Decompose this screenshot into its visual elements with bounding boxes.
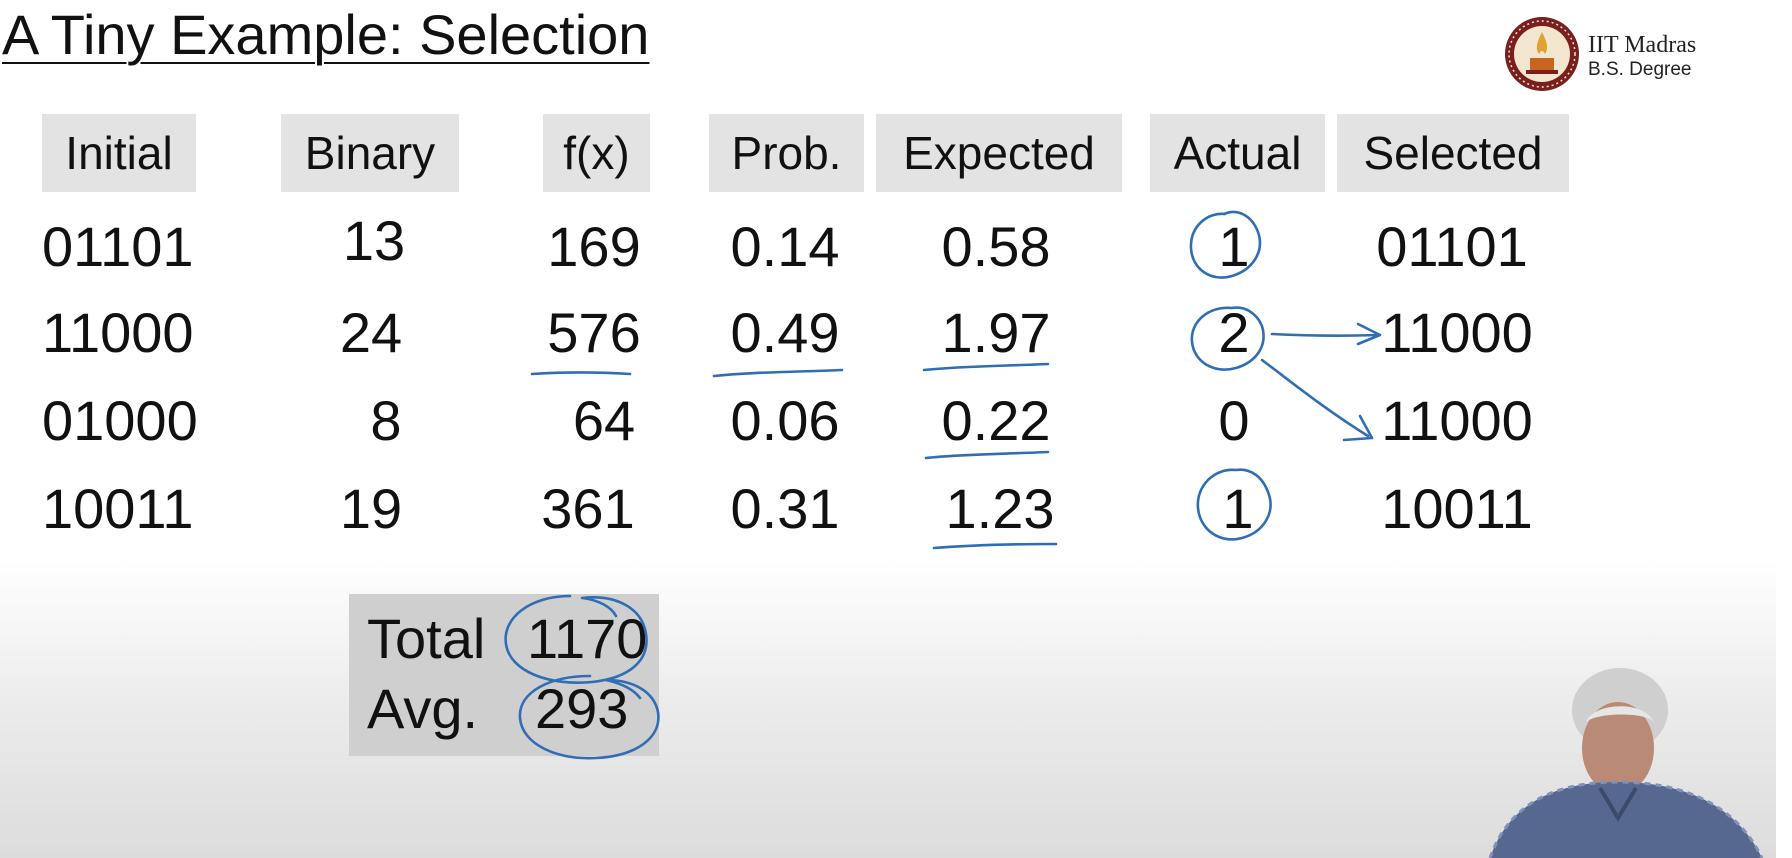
avg-value: 293 bbox=[535, 677, 629, 740]
cell-prob: 0.49 bbox=[730, 301, 840, 364]
cell-initial: 11000 bbox=[42, 301, 194, 364]
cell-binary: 19 bbox=[339, 477, 403, 540]
cell-expected: 1.97 bbox=[941, 301, 1051, 364]
cell-expected: 1.23 bbox=[945, 477, 1055, 540]
header-actual: Actual bbox=[1150, 114, 1325, 192]
header-selected: Selected bbox=[1337, 114, 1569, 192]
cell-actual: 2 bbox=[1218, 301, 1250, 364]
cell-initial: 10011 bbox=[42, 477, 194, 540]
header-initial: Initial bbox=[42, 114, 196, 192]
cell-actual: 1 bbox=[1218, 215, 1250, 278]
underline-expected-row4 bbox=[932, 542, 1058, 550]
cell-binary: 8 bbox=[370, 389, 402, 452]
cell-actual: 0 bbox=[1218, 389, 1250, 452]
presenter-video-icon bbox=[1488, 668, 1764, 858]
cell-fx: 169 bbox=[547, 215, 641, 278]
cell-selected: 11000 bbox=[1381, 389, 1533, 452]
institute-logo: IIT Madras B.S. Degree bbox=[1502, 14, 1722, 94]
cell-selected: 01101 bbox=[1376, 215, 1528, 278]
cell-actual: 1 bbox=[1222, 477, 1254, 540]
total-label: Total bbox=[367, 607, 486, 670]
cell-prob: 0.14 bbox=[730, 215, 840, 278]
cell-expected: 0.58 bbox=[941, 215, 1051, 278]
iit-madras-emblem-icon bbox=[1505, 17, 1579, 91]
header-binary: Binary bbox=[281, 114, 459, 192]
logo-subtitle: B.S. Degree bbox=[1588, 59, 1692, 80]
header-fx: f(x) bbox=[543, 114, 650, 192]
underline-prob-row2 bbox=[712, 368, 844, 378]
cell-selected: 10011 bbox=[1381, 477, 1533, 540]
cell-prob: 0.06 bbox=[730, 389, 840, 452]
right-edge-strip bbox=[1776, 0, 1792, 858]
cell-prob: 0.31 bbox=[730, 477, 840, 540]
cell-binary: 13 bbox=[342, 209, 406, 272]
header-prob: Prob. bbox=[709, 114, 864, 192]
summary-box: Total 1170 Avg. 293 bbox=[349, 594, 659, 756]
cell-initial: 01101 bbox=[42, 215, 194, 278]
cell-fx: 64 bbox=[572, 389, 636, 452]
cell-selected: 11000 bbox=[1381, 301, 1533, 364]
cell-fx: 576 bbox=[547, 301, 641, 364]
cell-expected: 0.22 bbox=[941, 389, 1051, 452]
cell-fx: 361 bbox=[541, 477, 635, 540]
cell-binary: 24 bbox=[339, 301, 403, 364]
slide-title: A Tiny Example: Selection bbox=[2, 3, 650, 66]
logo-name: IIT Madras bbox=[1588, 32, 1697, 58]
underline-fx-row2 bbox=[530, 371, 632, 376]
avg-label: Avg. bbox=[367, 677, 479, 740]
total-value: 1170 bbox=[527, 607, 648, 670]
lecture-slide: A Tiny Example: Selection IIT Madras B.S… bbox=[0, 0, 1776, 858]
header-expected: Expected bbox=[876, 114, 1122, 192]
cell-initial: 01000 bbox=[42, 389, 198, 452]
